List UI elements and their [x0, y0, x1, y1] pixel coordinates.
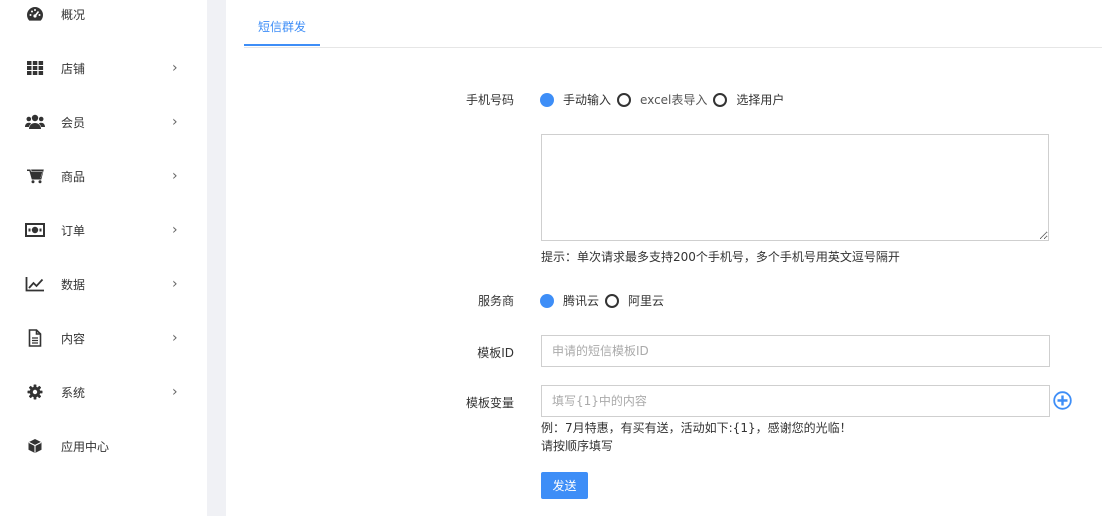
phone-source-radio-group: 手动输入 excel表导入 选择用户: [540, 91, 790, 108]
radio-label: 选择用户: [736, 93, 785, 107]
provider-label: 服务商: [477, 294, 514, 308]
sidebar: 概况 店铺 › 会员 › 商品 › 订单 › 数据 › 内容 › 系统 › 应用…: [0, 0, 207, 516]
grid-icon: [24, 57, 46, 79]
cart-icon: [24, 165, 46, 187]
radio-label: 手动输入: [563, 93, 612, 107]
radio-label: 腾讯云: [563, 294, 600, 308]
gear-icon: [24, 381, 46, 403]
chevron-right-icon: ›: [172, 276, 178, 292]
sidebar-item-system[interactable]: 系统 ›: [0, 365, 207, 419]
sidebar-item-data[interactable]: 数据 ›: [0, 257, 207, 311]
tab-sms-broadcast[interactable]: 短信群发: [244, 0, 321, 46]
sidebar-item-orders[interactable]: 订单 ›: [0, 203, 207, 257]
chevron-right-icon: ›: [172, 384, 178, 400]
radio-excel-import[interactable]: [617, 92, 632, 107]
line-chart-icon: [24, 273, 46, 295]
dashboard-icon: [24, 3, 46, 25]
sidebar-item-label: 数据: [61, 277, 86, 292]
template-id-label: 模板ID: [477, 346, 514, 360]
chevron-right-icon: ›: [172, 114, 178, 130]
phone-numbers-textarea[interactable]: [541, 134, 1049, 241]
chevron-right-icon: ›: [172, 168, 178, 184]
chevron-right-icon: ›: [172, 330, 178, 346]
template-id-input[interactable]: [541, 335, 1050, 367]
sidebar-item-label: 概况: [61, 7, 86, 22]
chevron-right-icon: ›: [172, 222, 178, 238]
add-variable-icon[interactable]: [1053, 391, 1072, 410]
phone-hint: 提示：单次请求最多支持200个手机号，多个手机号用英文逗号隔开: [541, 250, 900, 264]
sidebar-item-label: 商品: [61, 169, 86, 184]
template-vars-example: 例：7月特惠，有买有送，活动如下:{1}，感谢您的光临！: [541, 421, 852, 435]
radio-manual-input[interactable]: [540, 92, 554, 107]
sidebar-item-store[interactable]: 店铺 ›: [0, 41, 207, 95]
cube-icon: [24, 435, 46, 457]
radio-label: excel表导入: [640, 93, 708, 107]
sidebar-item-label: 店铺: [61, 61, 86, 76]
sidebar-item-content[interactable]: 内容 ›: [0, 311, 207, 365]
phone-label: 手机号码: [465, 93, 514, 107]
tab-bar: 短信群发: [244, 0, 1102, 48]
radio-tencent-cloud[interactable]: [540, 293, 554, 308]
provider-radio-group: 腾讯云 阿里云: [540, 292, 670, 309]
radio-aliyun[interactable]: [605, 293, 620, 308]
send-button[interactable]: 发送: [541, 472, 588, 499]
sidebar-item-members[interactable]: 会员 ›: [0, 95, 207, 149]
sidebar-item-products[interactable]: 商品 ›: [0, 149, 207, 203]
radio-label: 阿里云: [628, 294, 665, 308]
sidebar-item-label: 内容: [61, 331, 86, 346]
sidebar-divider: [207, 0, 226, 516]
template-vars-input[interactable]: [541, 385, 1050, 417]
sidebar-item-app-center[interactable]: 应用中心: [0, 419, 207, 473]
radio-select-users[interactable]: [713, 92, 728, 107]
template-vars-note: 请按顺序填写: [541, 439, 614, 453]
sidebar-item-label: 系统: [61, 385, 86, 400]
money-icon: [24, 219, 46, 241]
document-icon: [24, 327, 46, 349]
sidebar-item-label: 订单: [61, 223, 86, 238]
sidebar-item-label: 应用中心: [61, 439, 110, 454]
main-panel: 短信群发 手机号码 手动输入 excel表导入 选择用户 提示：单次请求最多支持…: [226, 0, 1102, 516]
sidebar-item-overview[interactable]: 概况: [0, 0, 207, 41]
sidebar-item-label: 会员: [61, 115, 86, 130]
users-icon: [24, 111, 46, 133]
chevron-right-icon: ›: [172, 60, 178, 76]
template-vars-label: 模板变量: [465, 396, 514, 410]
